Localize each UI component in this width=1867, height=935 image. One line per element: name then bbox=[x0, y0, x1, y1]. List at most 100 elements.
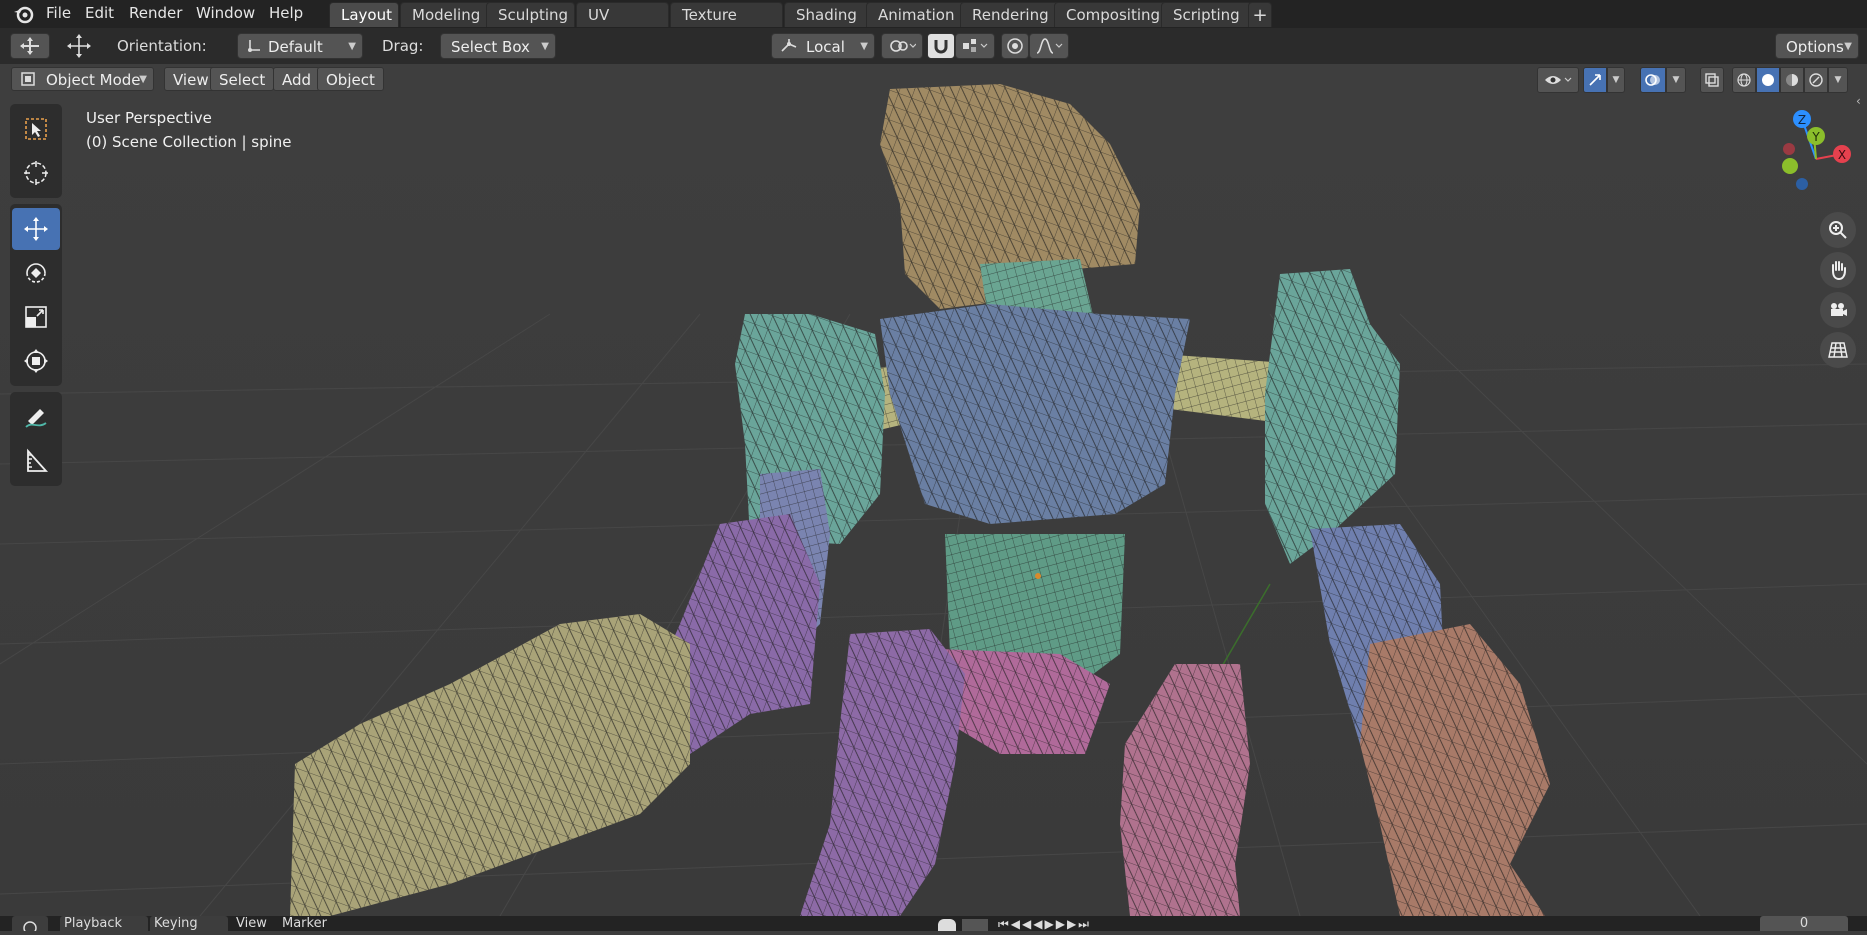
zoom-icon[interactable] bbox=[1820, 212, 1856, 248]
collection-info: (0) Scene Collection | spine bbox=[86, 133, 292, 151]
chevron-down-icon: ▼ bbox=[139, 74, 147, 85]
tab-shading[interactable]: Shading bbox=[784, 2, 870, 27]
proportional-edit-icon[interactable] bbox=[1001, 33, 1029, 59]
top-menu-bar: File Edit Render Window Help Layout Mode… bbox=[0, 0, 1867, 49]
chevron-down-icon[interactable]: ▼ bbox=[1828, 67, 1848, 93]
timeline-bar: Playback Keying View Marker ⏮◀◀◀▶▶▶⏭ 0 bbox=[0, 916, 1867, 935]
pan-hand-icon[interactable] bbox=[1820, 252, 1856, 288]
orientation-label: Orientation: bbox=[117, 37, 207, 55]
blender-logo-icon[interactable] bbox=[12, 3, 34, 25]
view-name: User Perspective bbox=[86, 109, 212, 127]
options-dropdown[interactable]: Options ▼ bbox=[1775, 33, 1859, 59]
drag-label: Drag: bbox=[382, 37, 424, 55]
object-menu[interactable]: Object bbox=[317, 67, 384, 91]
toolbar-group-select bbox=[10, 104, 62, 198]
rendered-shading-icon[interactable] bbox=[1804, 67, 1828, 93]
record-icon[interactable] bbox=[938, 919, 956, 931]
timeline-view-menu[interactable]: View bbox=[232, 916, 271, 931]
menu-window[interactable]: Window bbox=[188, 2, 263, 24]
visibility-eye-icon[interactable] bbox=[1537, 67, 1579, 93]
measure-icon[interactable] bbox=[12, 440, 60, 482]
right-shoulder-mesh bbox=[1265, 269, 1400, 564]
mode-value: Object Mode bbox=[46, 71, 141, 89]
keying-menu[interactable]: Keying bbox=[150, 916, 228, 931]
annotate-icon[interactable] bbox=[12, 396, 60, 438]
chevron-down-icon: ▼ bbox=[860, 41, 868, 52]
falloff-curve-icon[interactable] bbox=[1029, 33, 1069, 59]
left-leg-mesh bbox=[800, 629, 965, 916]
material-shading-icon[interactable] bbox=[1780, 67, 1804, 93]
robot-mesh[interactable] bbox=[290, 84, 1550, 916]
tab-sculpting[interactable]: Sculpting bbox=[486, 2, 575, 27]
viewport-info: User Perspective (0) Scene Collection | … bbox=[86, 106, 292, 154]
axis-y-label: Y bbox=[1811, 130, 1820, 144]
chevron-down-icon: ▼ bbox=[541, 41, 549, 52]
select-box-icon[interactable] bbox=[12, 108, 60, 150]
xray-toggle-icon[interactable] bbox=[1700, 67, 1724, 93]
scale-icon[interactable] bbox=[12, 296, 60, 338]
chevron-down-icon: ▼ bbox=[1844, 41, 1852, 52]
playback-controls[interactable]: ⏮◀◀◀▶▶▶⏭ bbox=[998, 917, 1148, 931]
drag-value: Select Box bbox=[451, 38, 530, 56]
tab-uv-editing[interactable]: UV Editing bbox=[576, 2, 669, 49]
tab-animation[interactable]: Animation bbox=[866, 2, 968, 27]
snap-increment-icon[interactable] bbox=[955, 33, 995, 59]
gizmo-toggle-icon[interactable] bbox=[1583, 67, 1607, 93]
solid-shading-icon[interactable] bbox=[1756, 67, 1780, 93]
move-gizmo-icon bbox=[64, 33, 94, 59]
timeline-editor-icon[interactable] bbox=[12, 916, 48, 935]
rotate-icon[interactable] bbox=[12, 252, 60, 294]
add-menu[interactable]: Add bbox=[273, 67, 321, 91]
tool-settings-header: Orientation: Default ▼ Drag: Select Box … bbox=[0, 28, 1867, 64]
chevron-down-icon: ▼ bbox=[348, 41, 356, 52]
transform-tool-icon[interactable] bbox=[10, 33, 50, 59]
mode-dropdown[interactable]: Object Mode ▼ bbox=[11, 67, 154, 91]
chevron-down-icon[interactable]: ▼ bbox=[1607, 67, 1625, 93]
toolbar-group-annotate bbox=[10, 392, 62, 486]
pivot-value: Local bbox=[806, 38, 845, 56]
tab-compositing[interactable]: Compositing bbox=[1054, 2, 1172, 27]
toolbar-group-transform bbox=[10, 204, 62, 386]
tab-modeling[interactable]: Modeling bbox=[400, 2, 500, 27]
playback-menu[interactable]: Playback bbox=[60, 916, 148, 931]
tab-rendering[interactable]: Rendering bbox=[960, 2, 1061, 27]
menu-edit[interactable]: Edit bbox=[77, 2, 122, 24]
3d-viewport[interactable]: User Perspective (0) Scene Collection | … bbox=[0, 64, 1867, 916]
cursor-icon[interactable] bbox=[12, 152, 60, 194]
viewport-header: Object Mode ▼ View Select Add Object ▼ ▼ bbox=[0, 64, 1867, 108]
menu-help[interactable]: Help bbox=[261, 2, 311, 24]
object-origin bbox=[1035, 573, 1041, 579]
marker-menu[interactable]: Marker bbox=[278, 916, 331, 931]
transform-pivot-icon[interactable] bbox=[881, 33, 923, 59]
orientation-value: Default bbox=[268, 38, 323, 56]
tab-scripting[interactable]: Scripting bbox=[1161, 2, 1252, 27]
move-icon[interactable] bbox=[12, 208, 60, 250]
current-frame-field[interactable]: 0 bbox=[1760, 916, 1848, 931]
navigation-gizmo[interactable]: Z Y X bbox=[1752, 104, 1862, 204]
menu-render[interactable]: Render bbox=[121, 2, 190, 24]
right-leg-mesh bbox=[1120, 664, 1250, 916]
axis-x-label: X bbox=[1838, 148, 1846, 162]
viewport-scene bbox=[0, 84, 1867, 916]
plus-icon[interactable]: + bbox=[1248, 2, 1272, 27]
chest-mesh bbox=[880, 304, 1190, 524]
auto-keying-options-icon[interactable] bbox=[962, 919, 988, 931]
menu-file[interactable]: File bbox=[38, 2, 79, 24]
tab-layout[interactable]: Layout bbox=[329, 2, 399, 27]
transform-icon[interactable] bbox=[12, 340, 60, 382]
pivot-dropdown[interactable]: Local ▼ bbox=[771, 33, 875, 59]
tab-texture-paint[interactable]: Texture Paint bbox=[670, 2, 783, 49]
overlays-toggle-icon[interactable] bbox=[1640, 67, 1666, 93]
options-label: Options bbox=[1786, 38, 1844, 56]
orientation-dropdown[interactable]: Default ▼ bbox=[237, 33, 363, 59]
select-menu[interactable]: Select bbox=[210, 67, 275, 91]
grid-view-icon[interactable] bbox=[1820, 332, 1856, 368]
snap-magnet-icon[interactable] bbox=[927, 33, 955, 59]
drag-dropdown[interactable]: Select Box ▼ bbox=[440, 33, 556, 59]
right-forearm-mesh bbox=[1360, 624, 1550, 916]
wireframe-shading-icon[interactable] bbox=[1732, 67, 1756, 93]
chevron-down-icon[interactable]: ▼ bbox=[1666, 67, 1686, 93]
camera-icon[interactable] bbox=[1820, 292, 1856, 328]
axis-z-label: Z bbox=[1798, 113, 1806, 127]
toolbar bbox=[10, 104, 62, 492]
